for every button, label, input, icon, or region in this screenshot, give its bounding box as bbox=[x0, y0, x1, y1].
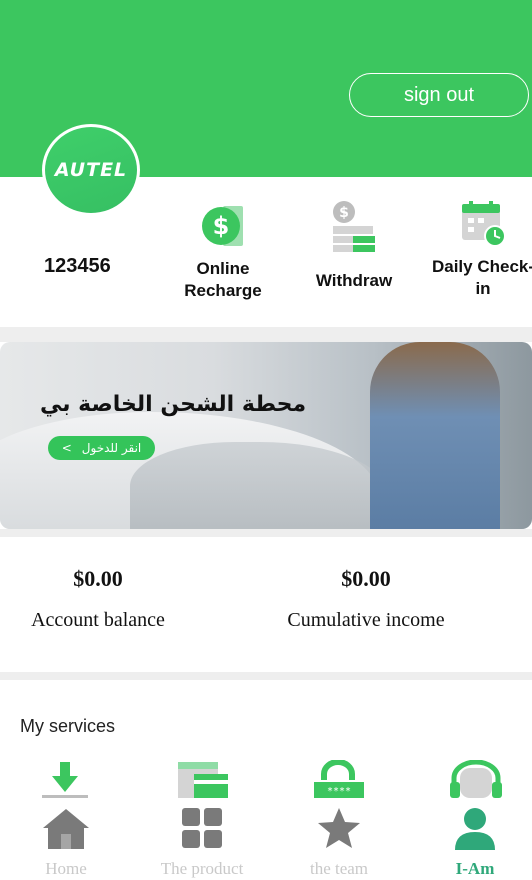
cumulative-income-value: $0.00 bbox=[341, 566, 391, 591]
tab-home-label: Home bbox=[45, 859, 87, 878]
banner-enter-label: انقر للدخول bbox=[81, 441, 142, 455]
card-icon[interactable] bbox=[176, 760, 236, 800]
withdraw-label: Withdraw bbox=[315, 271, 393, 290]
download-icon[interactable] bbox=[38, 760, 98, 800]
tab-the-team-label: the team bbox=[309, 859, 369, 878]
withdraw-button[interactable]: $ Withdraw bbox=[299, 200, 409, 292]
daily-check-in-button[interactable]: Daily Check-in bbox=[428, 200, 532, 300]
person-icon bbox=[455, 808, 495, 850]
grid-icon bbox=[182, 808, 222, 848]
lock-password-icon[interactable]: **** bbox=[310, 760, 370, 800]
promo-banner[interactable]: محطة الشحن الخاصة بي < انقر للدخول bbox=[0, 342, 532, 529]
banner-enter-button[interactable]: < انقر للدخول bbox=[48, 436, 155, 460]
account-balance-stat: $0.00 Account balance bbox=[0, 566, 208, 632]
divider bbox=[0, 529, 532, 537]
chevron-left-icon: < bbox=[61, 441, 72, 455]
tab-the-product-label: The product bbox=[160, 859, 244, 878]
online-recharge-button[interactable]: $ Online Recharge bbox=[168, 200, 278, 302]
svg-text:$: $ bbox=[213, 212, 230, 240]
banner-title: محطة الشحن الخاصة بي bbox=[40, 392, 307, 417]
user-id: 123456 bbox=[44, 255, 111, 277]
divider bbox=[0, 327, 532, 342]
online-recharge-label: Online Recharge bbox=[184, 259, 262, 300]
headset-icon[interactable] bbox=[446, 760, 506, 800]
tab-the-product[interactable]: The product bbox=[142, 806, 262, 879]
tab-the-team[interactable]: the team bbox=[279, 806, 399, 879]
svg-text:****: **** bbox=[327, 786, 351, 797]
account-balance-label: Account balance bbox=[31, 609, 165, 631]
home-icon bbox=[43, 809, 89, 849]
calendar-clock-icon bbox=[462, 201, 506, 247]
daily-check-in-label: Daily Check-in bbox=[431, 257, 532, 298]
tab-i-am[interactable]: I-Am bbox=[415, 806, 532, 879]
divider bbox=[0, 672, 532, 680]
sign-out-button[interactable]: sign out bbox=[349, 73, 529, 117]
cumulative-income-stat: $0.00 Cumulative income bbox=[256, 566, 476, 632]
star-icon bbox=[318, 808, 360, 848]
avatar[interactable]: AUTEL bbox=[42, 124, 140, 216]
cumulative-income-label: Cumulative income bbox=[287, 609, 445, 631]
withdraw-icon: $ bbox=[333, 201, 375, 252]
person-image bbox=[370, 342, 500, 529]
account-balance-value: $0.00 bbox=[73, 566, 123, 591]
dollar-coin-icon: $ bbox=[202, 206, 243, 246]
tab-home[interactable]: Home bbox=[6, 806, 126, 879]
car-image-shade bbox=[130, 442, 390, 529]
autel-logo: AUTEL bbox=[54, 159, 128, 181]
svg-text:$: $ bbox=[339, 205, 349, 221]
tab-i-am-label: I-Am bbox=[455, 859, 495, 878]
services-title: My services bbox=[20, 716, 116, 736]
